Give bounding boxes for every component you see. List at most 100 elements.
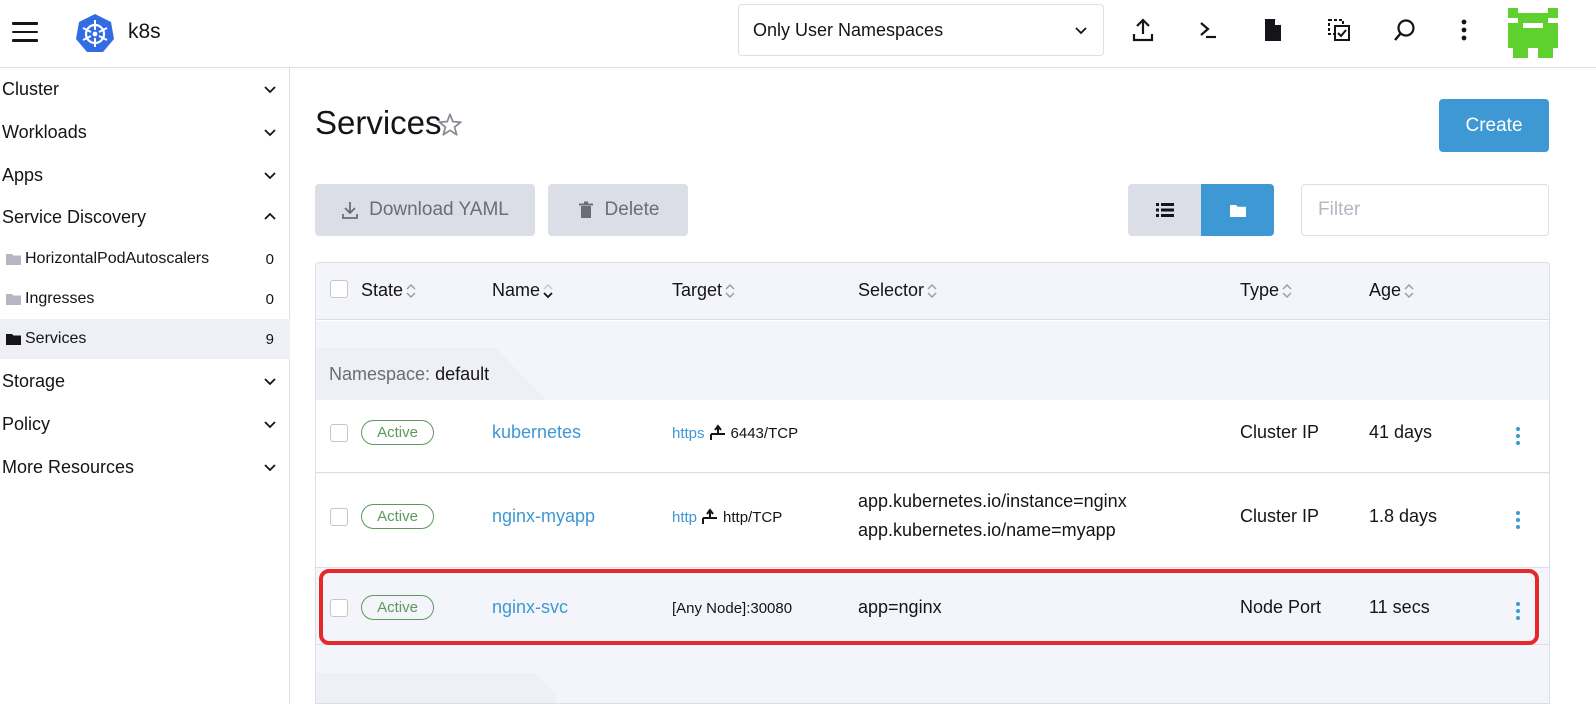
nav-group-cluster[interactable]: Cluster <box>0 68 290 110</box>
nav-group-service-discovery[interactable]: Service Discovery <box>0 196 290 238</box>
nav-group-label: Policy <box>2 413 51 434</box>
status-badge: Active <box>361 504 434 529</box>
row-checkbox[interactable] <box>330 508 348 526</box>
namespace-group-name: default <box>435 364 490 384</box>
row-actions-icon[interactable] <box>1508 506 1528 534</box>
search-icon[interactable] <box>1391 16 1419 44</box>
flat-list-view-button[interactable] <box>1128 184 1201 236</box>
target-cell: https 6443/TCP <box>672 424 798 442</box>
chevron-down-icon <box>264 378 276 386</box>
target-protocol-link[interactable]: https <box>672 425 705 442</box>
folder-icon <box>6 294 21 305</box>
column-label: Type <box>1240 280 1280 300</box>
column-header-name[interactable]: Name <box>492 280 554 301</box>
sidebar-item-count: 0 <box>265 290 274 308</box>
row-checkbox[interactable] <box>330 424 348 442</box>
chevron-down-icon <box>264 421 276 429</box>
sort-descending-icon <box>543 283 553 298</box>
service-age: 1.8 days <box>1369 506 1438 526</box>
folder-icon <box>6 334 21 345</box>
kubectl-shell-icon[interactable] <box>1194 16 1222 44</box>
nav-group-workloads[interactable]: Workloads <box>0 111 290 153</box>
favorite-star-icon[interactable] <box>437 112 463 138</box>
nav-group-label: Cluster <box>2 78 60 99</box>
import-yaml-icon[interactable] <box>1129 16 1157 44</box>
chevron-down-icon <box>264 464 276 472</box>
column-label: State <box>361 280 404 300</box>
column-header-type[interactable]: Type <box>1240 280 1293 301</box>
download-icon <box>342 202 359 219</box>
sort-icon <box>1404 283 1414 298</box>
column-header-age[interactable]: Age <box>1369 280 1415 301</box>
cluster-name: k8s <box>128 20 161 43</box>
chevron-down-icon <box>1075 27 1087 35</box>
delete-button[interactable]: Delete <box>548 184 688 236</box>
nav-group-policy[interactable]: Policy <box>0 403 290 445</box>
kubeconfig-file-icon[interactable] <box>1259 16 1287 44</box>
trash-icon <box>578 201 593 218</box>
namespace-filter-select[interactable]: Only User Namespaces <box>738 4 1104 56</box>
nav-group-more-resources[interactable]: More Resources <box>0 446 290 488</box>
target-protocol-link[interactable]: http <box>672 509 697 526</box>
selector-value: app.kubernetes.io/instance=nginx <box>858 491 1127 511</box>
port-arrow-icon <box>709 424 725 440</box>
top-header: k8s Only User Namespaces <box>0 0 1596 68</box>
service-name-link[interactable]: nginx-myapp <box>492 506 595 527</box>
sort-icon <box>1282 283 1292 298</box>
create-button[interactable]: Create <box>1439 99 1549 152</box>
row-actions-icon[interactable] <box>1508 422 1528 450</box>
column-label: Name <box>492 280 541 300</box>
sidebar-item-label: Ingresses <box>25 290 95 307</box>
sort-icon <box>406 283 416 298</box>
folder-icon <box>6 254 21 265</box>
delete-label: Delete <box>604 199 660 220</box>
sidebar-item-label: Services <box>25 330 87 347</box>
target-port: 6443/TCP <box>730 424 799 442</box>
sidebar-item-count: 9 <box>265 330 274 348</box>
folder-icon <box>1229 204 1246 217</box>
namespace-group-prefix: Namespace: <box>329 364 431 384</box>
download-yaml-button[interactable]: Download YAML <box>315 184 535 236</box>
sidebar-item-label: HorizontalPodAutoscalers <box>25 250 210 267</box>
view-mode-toggle <box>1128 184 1274 236</box>
target-cell: http http/TCP <box>672 508 782 526</box>
column-header-state[interactable]: State <box>361 280 417 301</box>
select-all-checkbox[interactable] <box>330 280 348 298</box>
chevron-down-icon <box>264 129 276 137</box>
kubernetes-logo <box>76 14 114 52</box>
side-navigation: Cluster Workloads Apps Service Discovery… <box>0 68 290 704</box>
service-age: 41 days <box>1369 422 1433 442</box>
column-label: Selector <box>858 280 925 300</box>
chevron-down-icon <box>264 172 276 180</box>
service-name-link[interactable]: kubernetes <box>492 422 581 443</box>
sidebar-item-horizontalpodautoscalers[interactable]: HorizontalPodAutoscalers 0 <box>0 239 290 279</box>
sort-icon <box>927 283 937 298</box>
menu-icon[interactable] <box>12 22 38 42</box>
highlight-annotation <box>319 569 1539 645</box>
column-label: Age <box>1369 280 1402 300</box>
nav-group-label: Service Discovery <box>2 206 147 227</box>
copy-kubeconfig-icon[interactable] <box>1325 16 1353 44</box>
service-type: Cluster IP <box>1240 422 1320 442</box>
more-vertical-icon[interactable] <box>1450 16 1478 44</box>
sidebar-item-ingresses[interactable]: Ingresses 0 <box>0 279 290 319</box>
sidebar-item-count: 0 <box>265 250 274 268</box>
nav-group-storage[interactable]: Storage <box>0 360 290 402</box>
user-avatar[interactable] <box>1508 8 1558 58</box>
nav-group-label: Storage <box>2 370 66 391</box>
namespace-group-header: Namespace: default <box>329 364 489 385</box>
column-label: Target <box>672 280 723 300</box>
table-row: Active nginx-myapp http http/TCP app.kub… <box>316 474 1549 568</box>
column-header-target[interactable]: Target <box>672 280 736 301</box>
port-arrow-icon <box>702 508 718 524</box>
sort-icon <box>725 283 735 298</box>
table-header: State Name Target Selector Type Age <box>316 263 1549 320</box>
filter-input[interactable] <box>1301 184 1549 236</box>
column-header-selector[interactable]: Selector <box>858 280 938 301</box>
group-by-namespace-button[interactable] <box>1201 184 1274 236</box>
page-title: Services <box>315 104 442 141</box>
list-icon <box>1155 203 1174 217</box>
namespace-filter-value: Only User Namespaces <box>753 19 944 40</box>
sidebar-item-services[interactable]: Services 9 <box>0 319 290 359</box>
nav-group-apps[interactable]: Apps <box>0 154 290 196</box>
